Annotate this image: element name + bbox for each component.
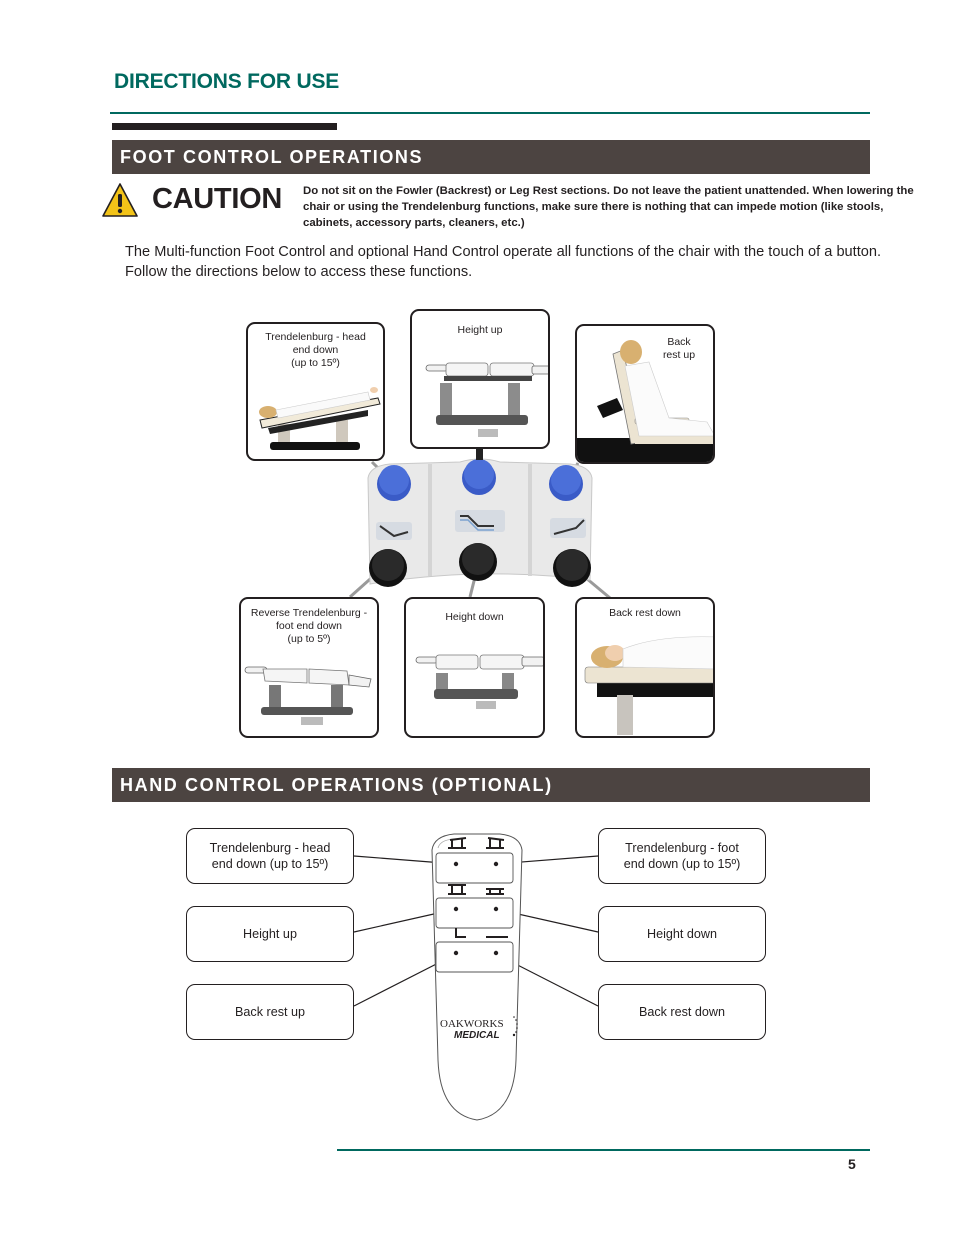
callout-trendelenburg-head-down: Trendelenburg - head end down (up to 15º… [186, 828, 354, 884]
remote-button-group [435, 897, 514, 929]
remote-button-dot [493, 906, 499, 912]
callout-line: Height down [646, 927, 717, 941]
hand-control-section-title: HAND CONTROL OPERATIONS (OPTIONAL) [120, 775, 553, 795]
remote-button-group [435, 852, 514, 884]
caution-text: Do not sit on the Fowler (Backrest) or L… [303, 185, 914, 229]
callout-back-rest-up: Back rest up [186, 984, 354, 1040]
callout-line: end down (up to 15º) [623, 857, 741, 871]
foot-control-section-title: FOOT CONTROL OPERATIONS [120, 147, 424, 167]
brand-logo-line2: MEDICAL [454, 1030, 500, 1041]
panel-reverse-trendelenburg: Reverse Trendelenburg - foot end down (u… [239, 597, 379, 738]
callout-line: Back rest up [235, 1005, 305, 1019]
panel-height-up: Height up [410, 309, 550, 449]
intro-paragraph: The Multi-function Foot Control and opti… [125, 244, 882, 280]
panel-height-down: Height down [404, 597, 545, 738]
header-rule [110, 112, 870, 114]
backrest-up-image [577, 340, 713, 462]
warning-triangle-icon [102, 183, 138, 217]
panel-back-rest-down: Back rest down [575, 597, 715, 738]
backrest-icon [550, 518, 586, 538]
remote-button-dot [453, 861, 459, 867]
callout-trendelenburg-foot-down: Trendelenburg - foot end down (up to 15º… [598, 828, 766, 884]
panel-trendelenburg-head-down: Trendelenburg - head end down (up to 15º… [246, 322, 385, 461]
table-head-down-image [259, 387, 381, 450]
callout-line: Back rest down [638, 1005, 726, 1019]
page-number: 5 [848, 1156, 856, 1172]
panel-back-rest-up: Back rest up [575, 324, 715, 464]
foot-control-section-header: FOOT CONTROL OPERATIONS [112, 140, 870, 174]
callout-line: Trendelenburg - foot [625, 841, 739, 855]
table-foot-down-image [244, 666, 372, 725]
remote-button-dot [493, 950, 499, 956]
backrest-down-image [584, 636, 713, 735]
callout-back-rest-down: Back rest down [598, 984, 766, 1040]
footer-rule [337, 1149, 870, 1151]
remote-button-group [435, 941, 514, 973]
foot-control-unit [367, 448, 593, 587]
hand-control-section-header: HAND CONTROL OPERATIONS (OPTIONAL) [112, 768, 870, 802]
page-heading: DIRECTIONS FOR USE [114, 70, 340, 93]
callout-height-up: Height up [186, 906, 354, 962]
table-lowered-image [415, 654, 543, 709]
caution-label: CAUTION [152, 183, 283, 215]
remote-button-dot [453, 906, 459, 912]
table-raised-image [425, 362, 548, 437]
callout-line: Height up [243, 927, 297, 941]
height-icon [455, 510, 505, 532]
brand-logo-line1: OAKWORKS [440, 1018, 504, 1030]
hand-remote: OAKWORKS MEDICAL [431, 833, 523, 1121]
trendelenburg-icon [376, 522, 412, 540]
callout-line: Trendelenburg - head [209, 841, 331, 855]
remote-button-dot [493, 861, 499, 867]
remote-button-dot [453, 950, 459, 956]
callout-height-down: Height down [598, 906, 766, 962]
callout-line: end down (up to 15º) [211, 857, 329, 871]
section-marker-bar [112, 123, 337, 130]
